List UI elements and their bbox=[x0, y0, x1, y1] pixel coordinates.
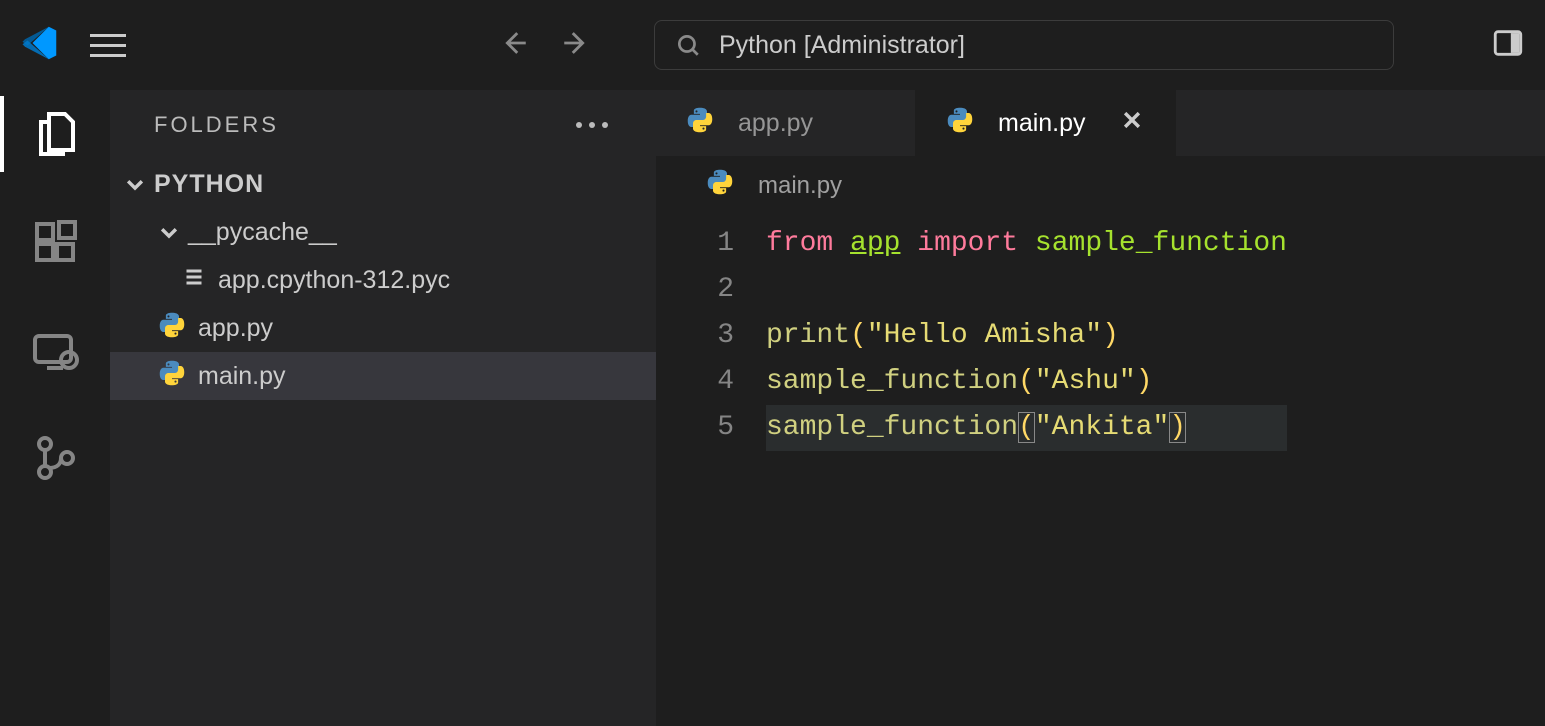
code-line: from app import sample_function bbox=[766, 221, 1287, 267]
tabs: app.py main.py bbox=[656, 90, 1545, 156]
code-line: sample_function("Ashu") bbox=[766, 359, 1287, 405]
tab-app[interactable]: app.py bbox=[656, 90, 916, 156]
search-box[interactable]: Python [Administrator] bbox=[654, 20, 1394, 70]
python-icon bbox=[706, 168, 734, 203]
chevron-down-icon bbox=[124, 173, 146, 195]
tree-folder-pycache[interactable]: __pycache__ bbox=[110, 208, 656, 256]
code-line: print("Hello Amisha") bbox=[766, 313, 1287, 359]
search-icon bbox=[675, 32, 701, 58]
file-icon bbox=[182, 265, 206, 296]
source-control-icon[interactable] bbox=[0, 434, 110, 482]
python-icon bbox=[946, 106, 974, 141]
tab-label: app.py bbox=[738, 109, 813, 138]
line-number: 4 bbox=[656, 359, 734, 405]
tab-label: main.py bbox=[998, 109, 1086, 138]
tree-file-label: main.py bbox=[198, 362, 286, 391]
gutter: 1 2 3 4 5 bbox=[656, 221, 766, 451]
python-icon bbox=[158, 311, 186, 346]
tree-file-main[interactable]: main.py bbox=[110, 352, 656, 400]
vscode-logo-icon bbox=[20, 23, 60, 68]
titlebar: Python [Administrator] bbox=[0, 0, 1545, 90]
activity-bar bbox=[0, 90, 110, 726]
nav-arrows bbox=[496, 26, 594, 65]
close-icon[interactable] bbox=[1121, 109, 1143, 138]
nav-forward-button[interactable] bbox=[560, 26, 594, 65]
file-tree: PYTHON __pycache__ app.cpython-312.pyc a… bbox=[110, 160, 656, 400]
code-line: sample_function("Ankita") bbox=[766, 405, 1287, 451]
tree-file-pyc[interactable]: app.cpython-312.pyc bbox=[110, 256, 656, 304]
tree-file-label: app.py bbox=[198, 314, 273, 343]
python-icon bbox=[686, 106, 714, 141]
code-line bbox=[766, 267, 1287, 313]
line-number: 3 bbox=[656, 313, 734, 359]
breadcrumb[interactable]: main.py bbox=[656, 156, 1545, 215]
line-number: 2 bbox=[656, 267, 734, 313]
tree-folder-label: __pycache__ bbox=[188, 218, 337, 247]
tab-main[interactable]: main.py bbox=[916, 90, 1176, 156]
breadcrumb-file: main.py bbox=[758, 172, 842, 200]
remote-explorer-icon[interactable] bbox=[0, 326, 110, 374]
tree-file-app[interactable]: app.py bbox=[110, 304, 656, 352]
line-number: 1 bbox=[656, 221, 734, 267]
extensions-icon[interactable] bbox=[0, 218, 110, 266]
chevron-down-icon bbox=[158, 221, 180, 243]
nav-back-button[interactable] bbox=[496, 26, 530, 65]
sidebar-title: FOLDERS bbox=[154, 112, 279, 138]
tree-root[interactable]: PYTHON bbox=[110, 160, 656, 208]
editor: app.py main.py main.py 1 2 3 4 5 from ap bbox=[656, 90, 1545, 726]
layout-toggle-icon[interactable] bbox=[1491, 26, 1525, 65]
tree-root-label: PYTHON bbox=[154, 170, 264, 199]
sidebar: FOLDERS PYTHON __pycache__ app.cpython-3… bbox=[110, 90, 656, 726]
line-number: 5 bbox=[656, 405, 734, 451]
tree-file-label: app.cpython-312.pyc bbox=[218, 266, 450, 295]
menu-icon[interactable] bbox=[80, 24, 136, 67]
python-icon bbox=[158, 359, 186, 394]
search-text: Python [Administrator] bbox=[719, 31, 965, 60]
code[interactable]: from app import sample_function print("H… bbox=[766, 221, 1287, 451]
sidebar-header: FOLDERS bbox=[110, 90, 656, 160]
code-area[interactable]: 1 2 3 4 5 from app import sample_functio… bbox=[656, 215, 1545, 451]
more-icon[interactable] bbox=[576, 122, 608, 128]
explorer-icon[interactable] bbox=[0, 110, 110, 158]
